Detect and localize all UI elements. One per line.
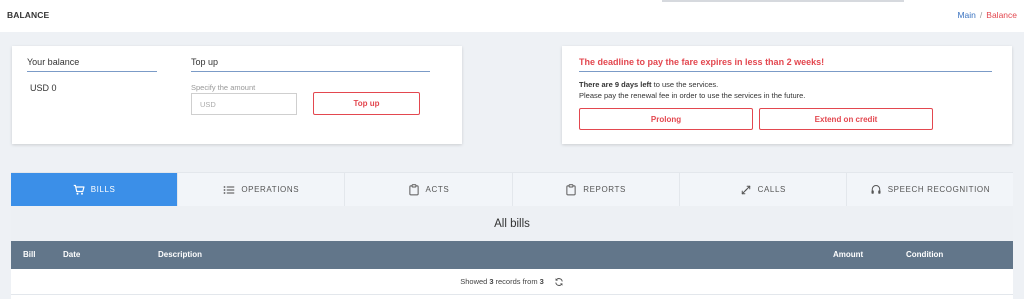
records-summary: Showed 3 records from 3 <box>11 269 1013 295</box>
tab-acts[interactable]: ACTS <box>345 173 513 206</box>
bills-panel: All bills Bill Date Description Amount C… <box>11 206 1013 299</box>
warning-days-left: There are 9 days left to use the service… <box>579 80 718 89</box>
top-bar: BALANCE Main / Balance <box>0 0 1024 32</box>
top-strip <box>662 0 904 2</box>
prolong-button[interactable]: Prolong <box>579 108 753 130</box>
clipboard-icon <box>408 183 420 196</box>
column-header-description[interactable]: Description <box>158 250 202 259</box>
breadcrumb-main-link[interactable]: Main <box>957 10 975 20</box>
column-header-date[interactable]: Date <box>63 250 80 259</box>
breadcrumb-separator: / <box>979 10 983 20</box>
warning-days-left-rest: to use the services. <box>651 80 719 89</box>
extend-on-credit-button[interactable]: Extend on credit <box>759 108 933 130</box>
records-total: 3 <box>539 277 544 286</box>
breadcrumb-current: Balance <box>986 10 1017 20</box>
arrows-icon <box>740 184 752 196</box>
tab-calls[interactable]: CALLS <box>680 173 847 206</box>
tab-bills[interactable]: BILLS <box>11 173 179 206</box>
column-header-bill[interactable]: Bill <box>23 250 35 259</box>
tab-label: REPORTS <box>583 185 626 194</box>
list-icon <box>223 184 235 196</box>
tab-speech-recognition[interactable]: SPEECH RECOGNITION <box>847 173 1013 206</box>
tab-label: CALLS <box>757 185 786 194</box>
clipboard-icon <box>565 183 577 196</box>
records-middle: records from <box>495 277 538 286</box>
tab-label: ACTS <box>425 185 450 194</box>
breadcrumb: Main / Balance <box>957 10 1017 20</box>
column-header-amount[interactable]: Amount <box>833 250 863 259</box>
refresh-icon[interactable] <box>554 277 564 287</box>
topup-title: Top up <box>191 57 430 72</box>
tab-operations[interactable]: OPERATIONS <box>178 173 346 206</box>
page-title: BALANCE <box>7 10 50 20</box>
balance-card: Your balance USD 0 Top up Specify the am… <box>12 46 462 144</box>
records-prefix: Showed <box>460 277 488 286</box>
warning-title: The deadline to pay the fare expires in … <box>579 57 992 72</box>
column-header-condition[interactable]: Condition <box>906 250 943 259</box>
tab-label: BILLS <box>90 185 116 194</box>
bills-panel-title: All bills <box>11 206 1013 241</box>
balance-title: Your balance <box>27 57 157 72</box>
amount-label: Specify the amount <box>191 83 256 92</box>
balance-value: USD 0 <box>30 83 57 93</box>
amount-input[interactable] <box>191 93 297 115</box>
topup-button[interactable]: Top up <box>313 92 420 115</box>
bills-table-header: Bill Date Description Amount Condition <box>11 241 1013 269</box>
tab-label: OPERATIONS <box>241 185 300 194</box>
warning-days-left-bold: There are 9 days left <box>579 80 652 89</box>
cart-icon <box>73 184 85 196</box>
records-shown: 3 <box>489 277 494 286</box>
headset-icon <box>870 184 882 196</box>
tab-reports[interactable]: REPORTS <box>513 173 680 206</box>
tab-bar: BILLS OPERATIONS ACTS REPORTS CALLS SPEE… <box>11 172 1013 206</box>
warning-card: The deadline to pay the fare expires in … <box>562 46 1012 144</box>
warning-renewal-text: Please pay the renewal fee in order to u… <box>579 91 806 100</box>
tab-label: SPEECH RECOGNITION <box>887 185 991 194</box>
